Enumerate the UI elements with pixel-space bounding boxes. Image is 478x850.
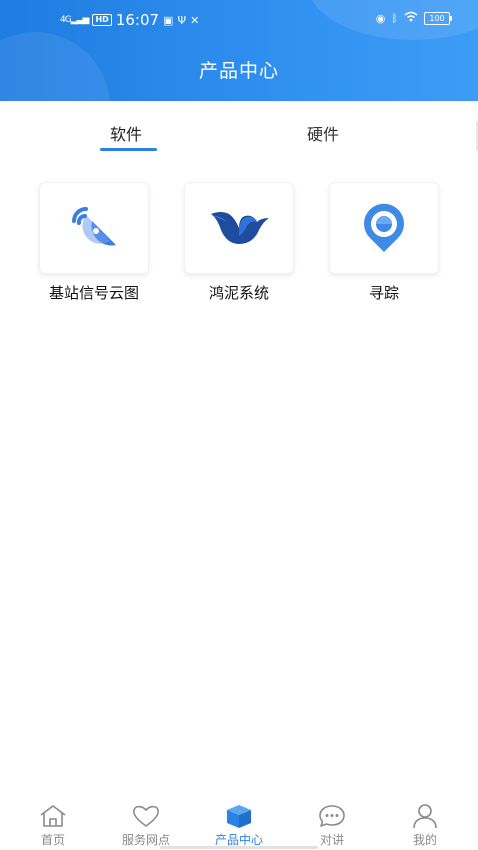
wifi-icon [404,11,418,25]
nav-product-center[interactable]: 产品中心 [199,803,279,848]
tab-software[interactable]: 软件 [110,121,142,145]
nav-profile[interactable]: 我的 [385,803,465,848]
home-icon [40,805,66,827]
product-item-signal-map[interactable]: 基站信号云图 [39,182,149,302]
signal-icon: 4G▂▃▅ [60,14,89,25]
tools-icon: ✕ [190,13,200,27]
active-tab-indicator [100,148,157,151]
page-title: 产品中心 [198,60,279,82]
nav-label: 我的 [412,833,437,847]
nav-intercom[interactable]: 对讲 [292,803,372,848]
product-card[interactable] [39,182,149,274]
heart-icon [133,805,159,827]
product-label: 鸿泥系统 [208,284,269,302]
product-item-tracking[interactable]: 寻踪 [329,182,439,302]
product-card[interactable] [329,182,439,274]
header: 4G▂▃▅ HD 16:07 ▣ Ψ ✕ ◉ ᛒ 100 产品中心 [0,0,478,101]
status-right: ◉ ᛒ 100 [375,11,452,25]
location-status-icon: ◉ [375,11,386,25]
product-card[interactable] [184,182,294,274]
product-label: 基站信号云图 [48,284,139,302]
status-left: 4G▂▃▅ HD 16:07 ▣ Ψ ✕ [60,11,199,29]
status-bar: 4G▂▃▅ HD 16:07 ▣ Ψ ✕ ◉ ᛒ 100 [0,8,478,34]
nfc-icon: ▣ [163,13,174,27]
user-icon [413,804,437,829]
hd-badge: HD [92,14,112,26]
bird-logo-icon [211,212,269,244]
status-time: 16:07 [115,11,160,29]
bluetooth-icon: ᛒ [391,11,398,25]
product-item-hongni[interactable]: 鸿泥系统 [184,182,294,302]
screen: 4G▂▃▅ HD 16:07 ▣ Ψ ✕ ◉ ᛒ 100 产品中心 软件 硬件 [0,0,478,850]
battery-icon: 100 [424,11,452,25]
tab-hardware[interactable]: 硬件 [307,121,339,145]
tab-bar: 软件 硬件 [0,101,478,153]
nav-service-points[interactable]: 服务网点 [106,803,186,848]
nav-label: 首页 [40,833,65,847]
satellite-dish-icon [72,207,116,246]
nav-home[interactable]: 首页 [13,803,93,848]
home-indicator [160,846,318,849]
product-label: 寻踪 [368,284,399,302]
location-pin-icon [364,203,404,252]
chat-bubble-icon [319,805,345,827]
usb-icon: Ψ [177,13,187,27]
cube-icon [227,805,251,828]
network-type: 4G [60,14,72,25]
bottom-nav: 首页 服务网点 产品中心 对讲 我的 [0,795,478,850]
